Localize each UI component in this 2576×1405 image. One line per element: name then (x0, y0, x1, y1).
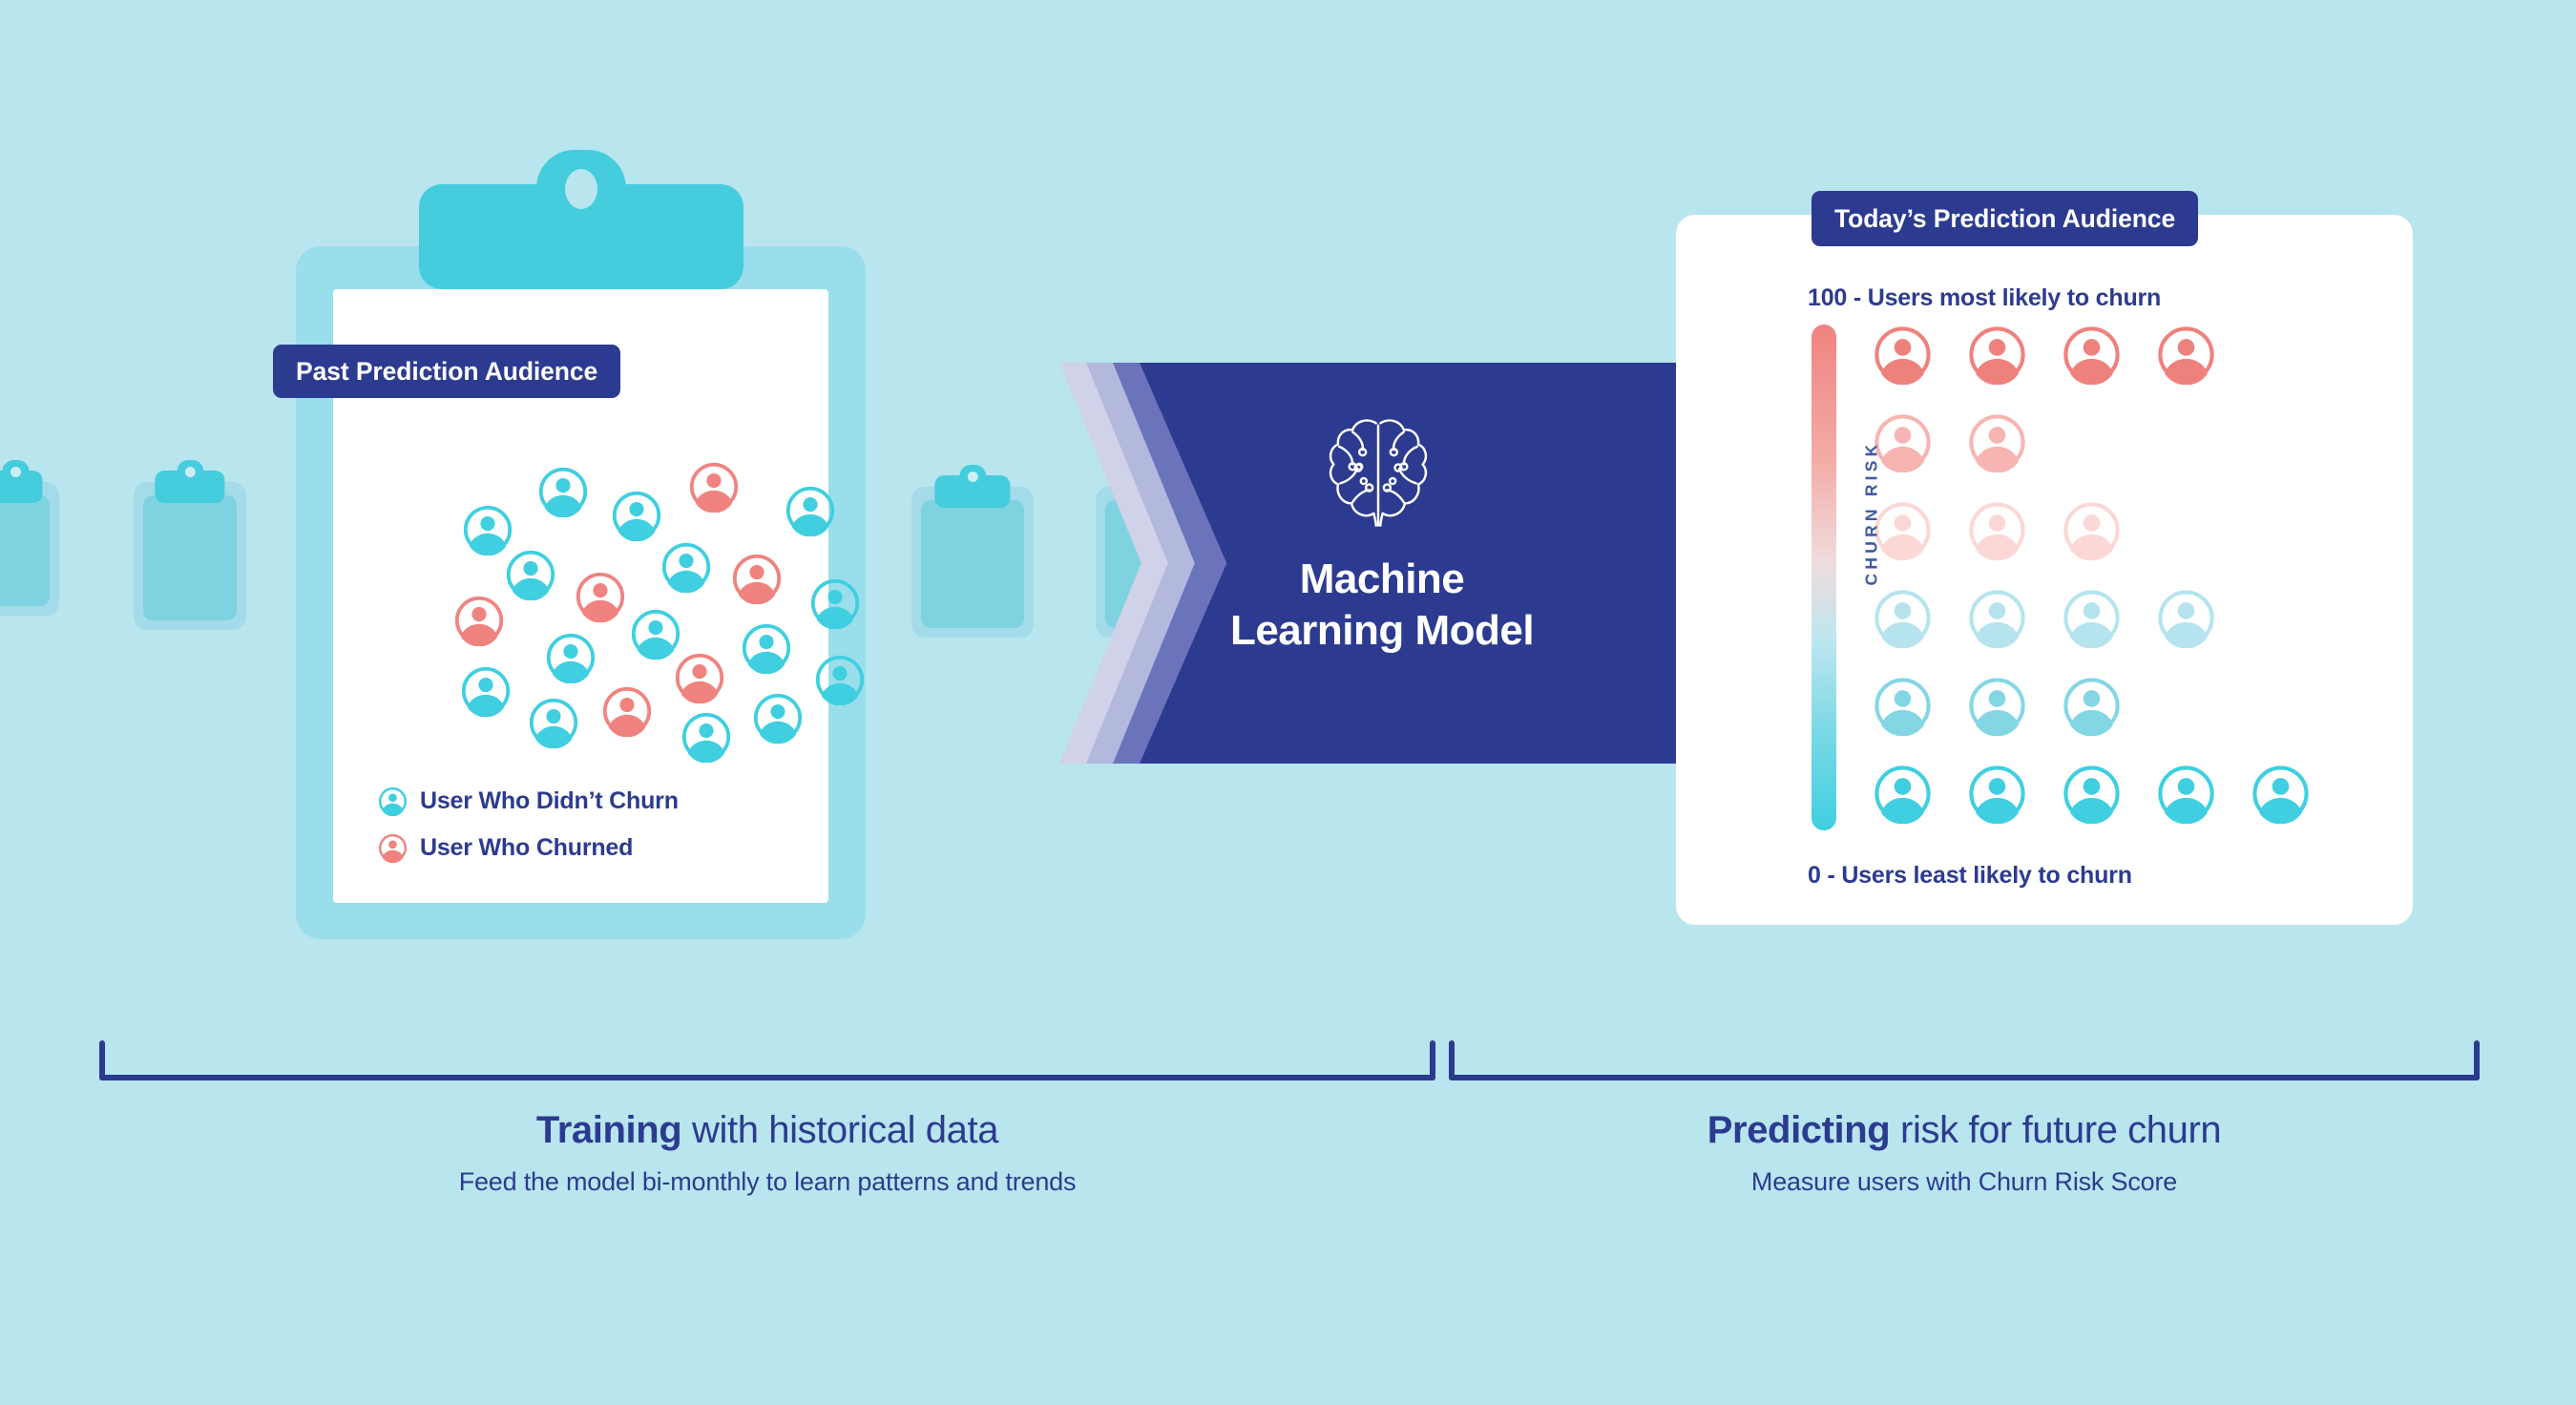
past-audience-avatar-scatter (399, 458, 895, 773)
user-avatar-icon (2062, 588, 2122, 648)
risk-band-row (1873, 676, 2345, 764)
clip-hole (564, 169, 597, 209)
predicting-headline-rest: risk for future churn (1890, 1109, 2222, 1151)
user-avatar-icon (660, 541, 712, 593)
user-avatar-icon (1967, 500, 2027, 560)
user-avatar-icon (537, 466, 589, 517)
training-headline-bold: Training (535, 1109, 682, 1151)
predicting-caption: Predicting risk for future churn Measure… (1487, 1109, 2441, 1197)
user-avatar-icon (674, 652, 725, 703)
user-avatar-icon (453, 595, 505, 646)
scale-top-label: 100 - Users most likely to churn (1808, 284, 2162, 311)
today-prediction-audience-badge: Today’s Prediction Audience (1812, 191, 2199, 246)
clipboard-clip (0, 471, 43, 503)
predicting-headline: Predicting risk for future churn (1487, 1109, 2441, 1152)
risk-band-row (1873, 500, 2345, 588)
user-avatar-icon (1873, 588, 1933, 648)
user-avatar-icon (575, 571, 626, 622)
bracket-right-tick (1430, 1040, 1435, 1080)
clipboard-body (0, 495, 50, 606)
decorative-clipboard (911, 475, 1034, 638)
clipboard-body (921, 500, 1024, 628)
user-avatar-icon (731, 553, 783, 604)
user-avatar-icon (1967, 588, 2027, 648)
user-avatar-icon (545, 632, 597, 683)
bracket-right-tick (2474, 1040, 2480, 1080)
brain-icon (1311, 408, 1445, 541)
user-avatar-icon (688, 461, 740, 513)
user-avatar-icon (378, 786, 408, 816)
bracket-baseline (1449, 1075, 2480, 1080)
user-avatar-icon (2251, 764, 2311, 824)
user-avatar-icon (741, 622, 792, 674)
user-avatar-icon (1967, 325, 2027, 385)
past-prediction-audience-badge: Past Prediction Audience (273, 345, 621, 398)
predicting-headline-bold: Predicting (1707, 1109, 1891, 1151)
user-avatar-icon (752, 692, 804, 744)
user-avatar-icon (2062, 325, 2122, 385)
scale-bottom-label: 0 - Users least likely to churn (1808, 862, 2132, 889)
user-avatar-icon (2062, 500, 2122, 560)
decorative-clipboard (0, 471, 59, 616)
user-avatar-icon (460, 665, 512, 717)
clipboard-clip (418, 150, 743, 289)
model-label-line1: Machine (1299, 556, 1465, 602)
user-avatar-icon (814, 654, 866, 705)
user-avatar-icon (528, 697, 579, 748)
user-avatar-icon (462, 504, 513, 556)
training-headline-rest: with historical data (681, 1109, 999, 1151)
clipboard-clip (934, 475, 1011, 508)
legend-item-label: User Who Churned (420, 834, 634, 861)
user-avatar-icon (601, 685, 653, 737)
churn-risk-gradient-bar (1812, 325, 1836, 830)
risk-band-row (1873, 764, 2345, 851)
user-avatar-icon (1967, 412, 2027, 472)
legend-item: User Who Churned (378, 825, 679, 871)
infographic-canvas: Past Prediction Audience User Who Didn’t… (0, 0, 2576, 1405)
user-avatar-icon (1967, 676, 2027, 736)
training-headline: Training with historical data (290, 1109, 1245, 1152)
churn-legend: User Who Didn’t Churn User Who Churned (378, 778, 679, 871)
user-avatar-icon (2156, 588, 2216, 648)
user-avatar-icon (505, 549, 556, 600)
training-caption: Training with historical data Feed the m… (290, 1109, 1245, 1197)
training-subline: Feed the model bi-monthly to learn patte… (458, 1167, 1077, 1196)
user-avatar-icon (2062, 764, 2122, 824)
risk-ranked-avatar-grid (1873, 325, 2345, 851)
machine-learning-model-label: Machine Learning Model (1174, 554, 1590, 656)
user-avatar-icon (1873, 764, 1933, 824)
user-avatar-icon (785, 485, 836, 536)
model-label-line2: Learning Model (1229, 606, 1535, 654)
user-avatar-icon (1967, 764, 2027, 824)
bracket-baseline (99, 1075, 1435, 1080)
user-avatar-icon (1873, 676, 1933, 736)
user-avatar-icon (378, 833, 408, 863)
predicting-bracket (1449, 1040, 2480, 1080)
legend-item-label: User Who Didn’t Churn (420, 787, 679, 814)
legend-item: User Who Didn’t Churn (378, 778, 679, 825)
risk-band-row (1873, 325, 2345, 412)
churn-risk-axis-label: CHURN RISK (1861, 440, 1881, 586)
training-bracket (99, 1040, 1435, 1080)
clipboard-body (143, 495, 237, 620)
user-avatar-icon (681, 711, 732, 763)
risk-band-row (1873, 588, 2345, 676)
user-avatar-icon (2156, 764, 2216, 824)
user-avatar-icon (809, 577, 861, 629)
user-avatar-icon (1873, 325, 1933, 385)
risk-band-row (1873, 412, 2345, 500)
user-avatar-icon (611, 490, 662, 541)
predicting-subline: Measure users with Churn Risk Score (1750, 1167, 2178, 1196)
user-avatar-icon (2156, 325, 2216, 385)
decorative-clipboard (134, 471, 246, 630)
clipboard-clip (155, 471, 225, 503)
user-avatar-icon (2062, 676, 2122, 736)
